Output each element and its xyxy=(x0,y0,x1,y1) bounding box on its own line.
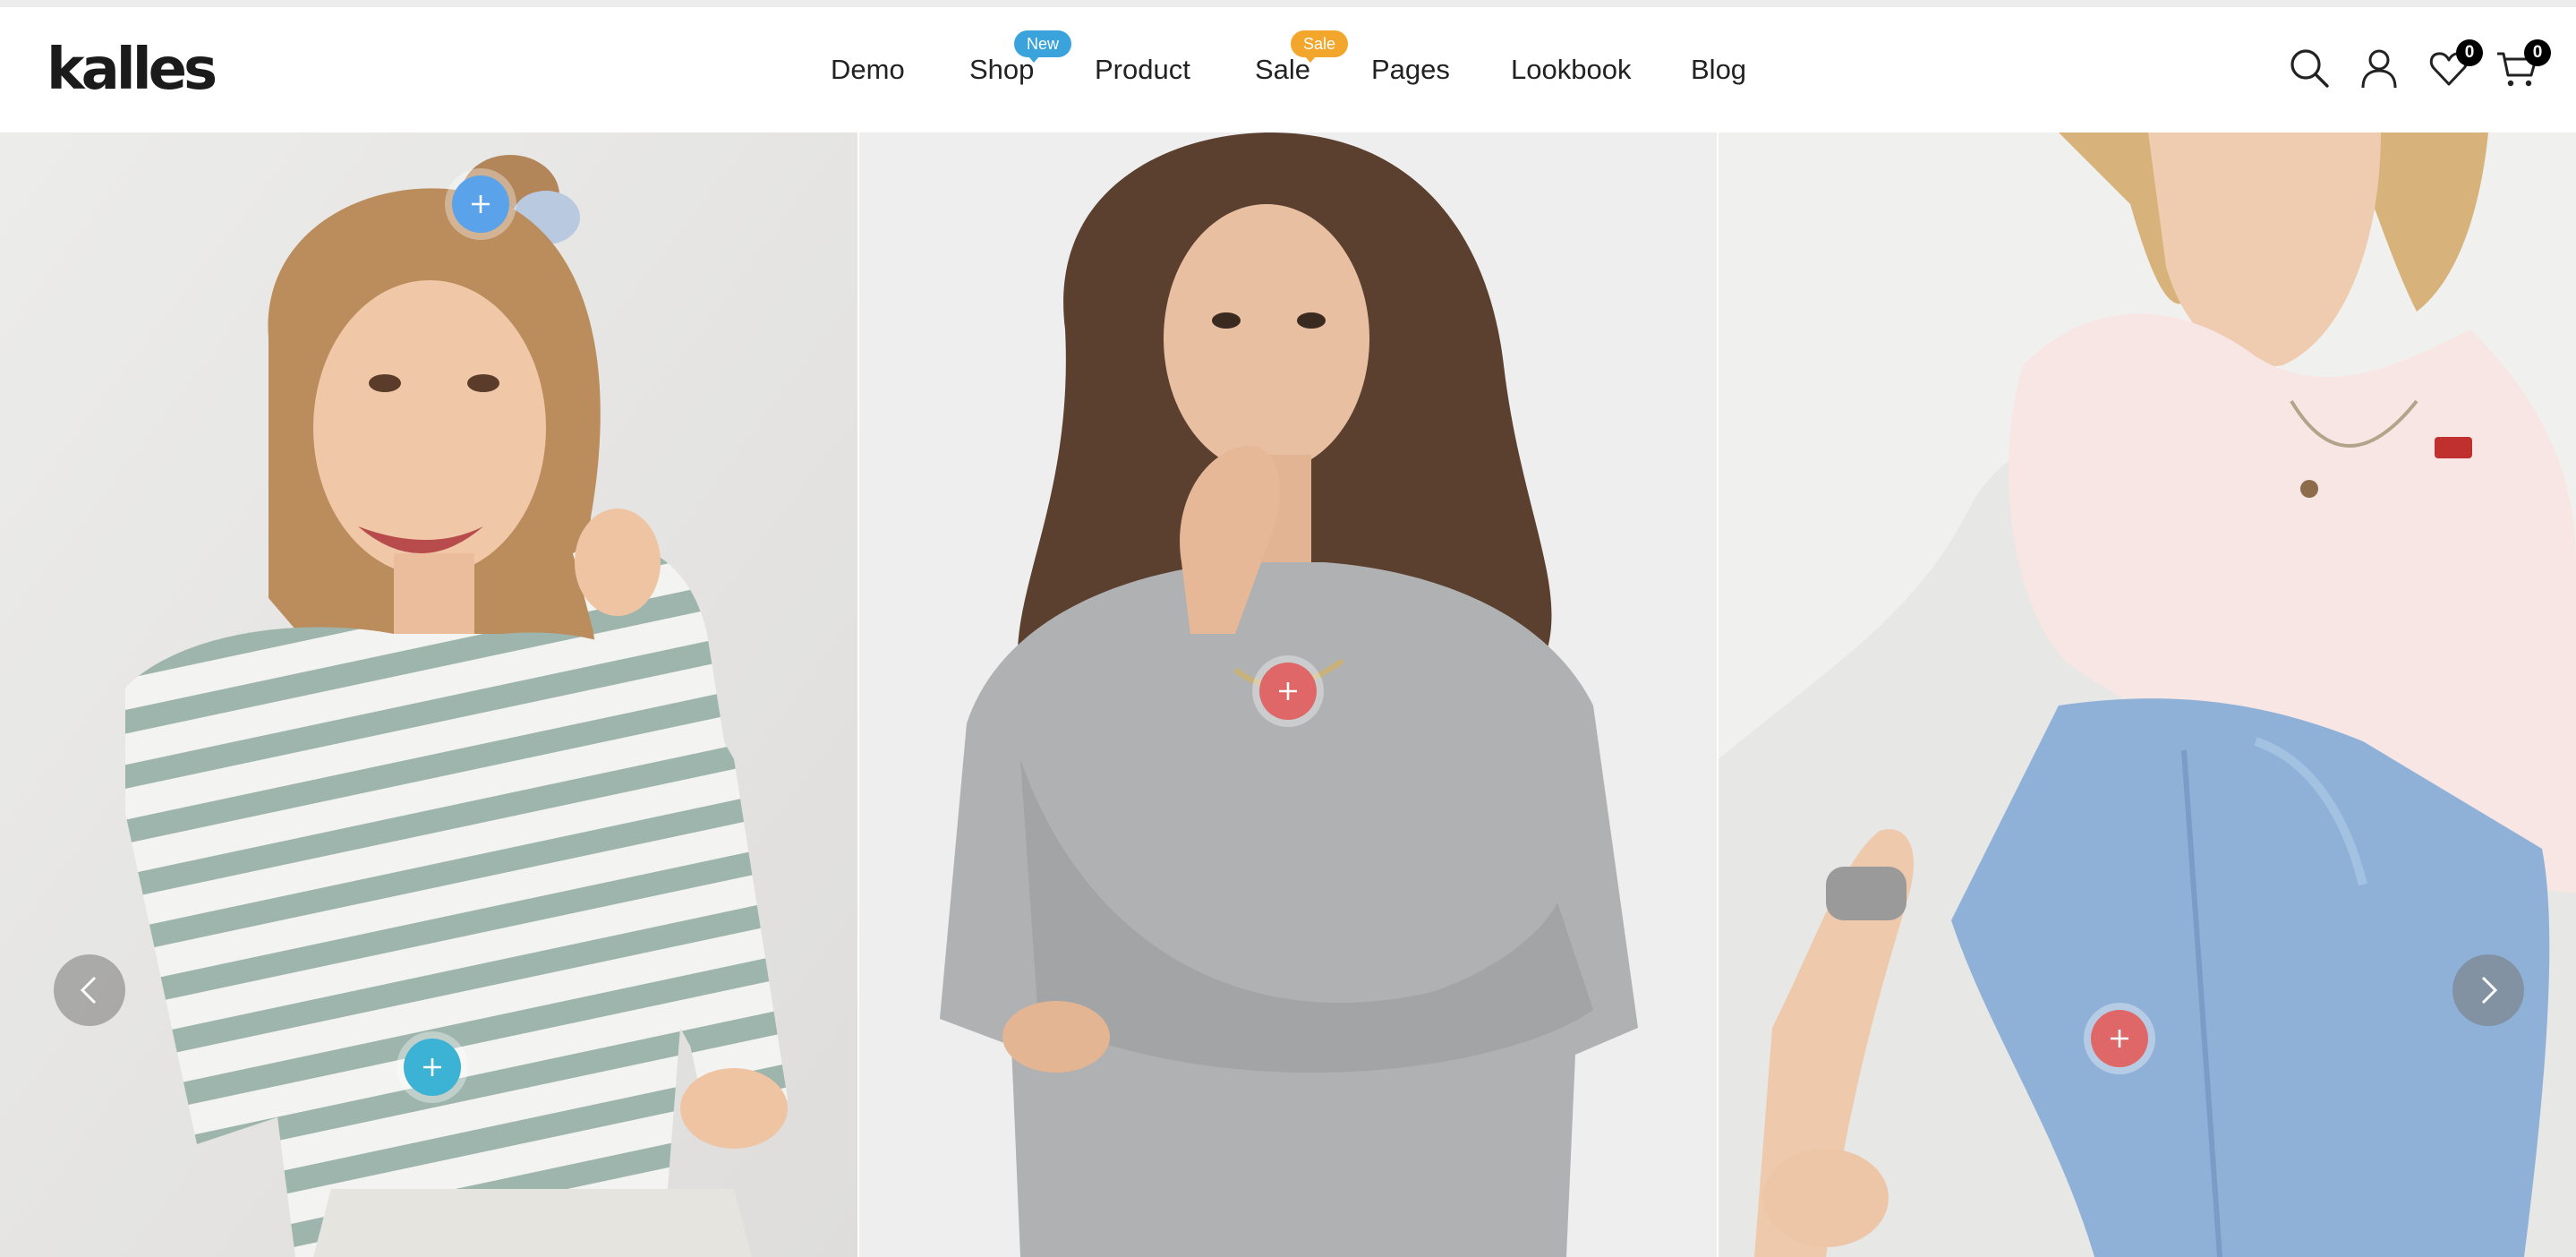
top-strip xyxy=(0,0,2576,7)
new-badge: New xyxy=(1014,30,1072,63)
user-icon xyxy=(2361,49,2397,89)
search-icon xyxy=(2290,49,2329,88)
hero-lookbook xyxy=(0,133,2576,1257)
slider-next-button[interactable] xyxy=(2452,954,2524,1026)
nav-item-product[interactable]: Product xyxy=(1095,50,1190,90)
product-hotspot-striped-sweater[interactable] xyxy=(404,1039,461,1096)
nav-item-lookbook[interactable]: Lookbook xyxy=(1511,50,1631,90)
plus-icon xyxy=(472,195,490,213)
plus-icon xyxy=(2111,1030,2128,1048)
cart-button[interactable]: 0 xyxy=(2495,39,2551,90)
slide-image-tee-and-jeans xyxy=(1719,133,2576,1257)
product-hotspot-hair-accessory[interactable] xyxy=(452,175,509,233)
main-nav: Demo Shop New Product Sale Sale Pages Lo… xyxy=(0,7,2576,133)
chevron-left-icon xyxy=(80,976,97,1005)
product-hotspot-jeans[interactable] xyxy=(2091,1010,2148,1067)
nav-item-demo[interactable]: Demo xyxy=(831,50,905,90)
site-header: kalles Demo Shop New Product Sale Sale P… xyxy=(0,7,2576,133)
wishlist-count: 0 xyxy=(2456,39,2483,66)
product-hotspot-grey-sweatshirt[interactable] xyxy=(1259,663,1317,720)
nav-item-pages[interactable]: Pages xyxy=(1371,50,1450,90)
account-button[interactable] xyxy=(2358,47,2401,90)
wishlist-button[interactable]: 0 xyxy=(2427,39,2483,90)
cart-count: 0 xyxy=(2524,39,2551,66)
slider-prev-button[interactable] xyxy=(54,954,125,1026)
plus-icon xyxy=(1279,682,1297,700)
nav-item-blog[interactable]: Blog xyxy=(1691,50,1746,90)
chevron-right-icon xyxy=(2481,976,2498,1005)
plus-icon xyxy=(423,1058,441,1076)
search-button[interactable] xyxy=(2288,47,2331,90)
sale-badge: Sale xyxy=(1291,30,1349,63)
